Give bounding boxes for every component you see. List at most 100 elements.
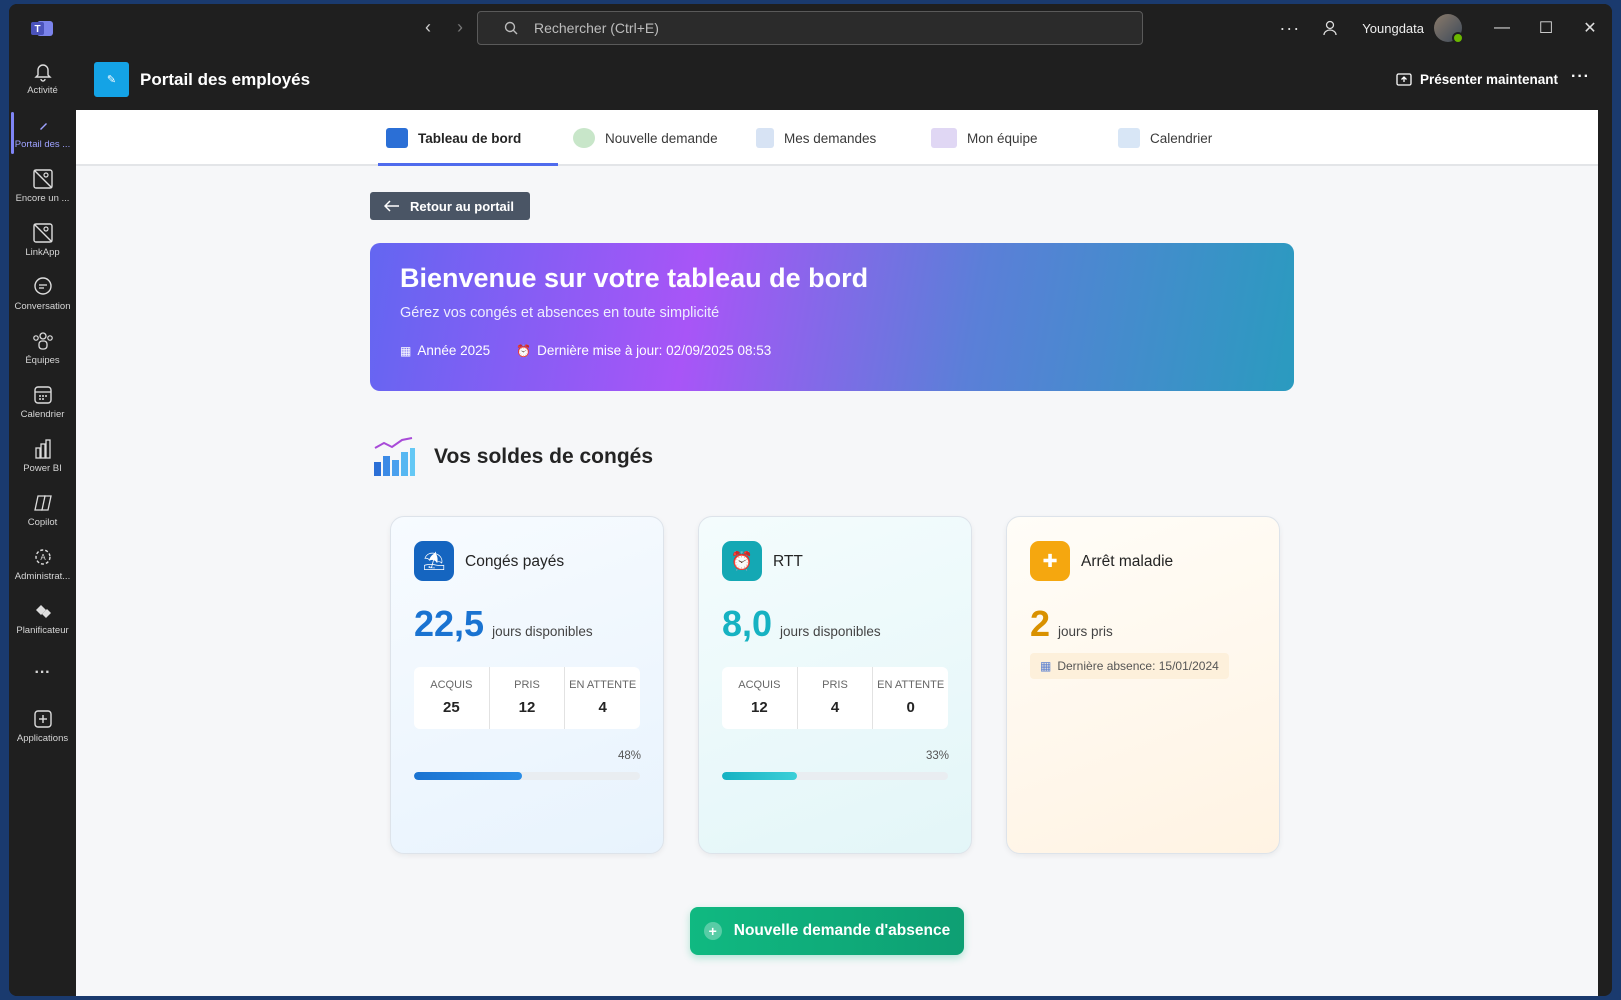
minimize-icon[interactable]: —	[1480, 19, 1524, 37]
stat-en-attente: En attente 0	[877, 679, 945, 716]
active-tab-indicator	[378, 163, 558, 166]
card-rtt: ⏰ RTT 8,0 jours disponibles Acquis 12 Pri…	[698, 516, 972, 854]
card-value: 22,5	[414, 603, 485, 644]
card-stats: Acquis 25 Pris 12 En attente 4	[414, 667, 640, 729]
user-name[interactable]: Youngdata	[1362, 21, 1424, 36]
present-now-button[interactable]: Présenter maintenant	[1396, 72, 1558, 87]
card-value: 8,0	[722, 603, 773, 644]
more-icon: ···	[34, 664, 51, 681]
chat-icon	[33, 277, 52, 295]
back-arrow-icon[interactable]: ‹	[419, 17, 437, 38]
title-bar: T ‹ › Rechercher (Ctrl+E) ··· Youngdata …	[9, 4, 1612, 52]
svg-text:T: T	[34, 24, 40, 35]
beach-umbrella-icon: ⛱	[414, 541, 454, 581]
tab-nouvelle-demande[interactable]: Nouvelle demande	[573, 110, 718, 166]
progress-percent: 33%	[925, 750, 949, 762]
stat-pris: Pris 4	[798, 667, 874, 729]
team-icon	[931, 128, 957, 148]
teams-icon	[32, 332, 53, 350]
rail-item-admin[interactable]: A Administrat...	[9, 546, 76, 582]
add-request-icon	[573, 128, 595, 148]
rail-item-powerbi[interactable]: Power BI	[9, 438, 76, 474]
search-box[interactable]: Rechercher (Ctrl+E)	[477, 11, 1143, 45]
document-icon	[756, 128, 774, 148]
tab-mon-equipe[interactable]: Mon équipe	[931, 110, 1038, 166]
app-more-icon[interactable]: ···	[1571, 68, 1590, 86]
rail-item-applications[interactable]: Applications	[9, 708, 76, 744]
progress-bar	[414, 772, 640, 780]
rail-item-linkapp[interactable]: LinkApp	[9, 222, 76, 258]
app-title: Portail des employés	[140, 70, 311, 89]
rail-item-activity[interactable]: Activité	[9, 60, 76, 96]
card-unit: jours disponibles	[492, 624, 593, 639]
rail-item-encore[interactable]: Encore un ...	[9, 168, 76, 204]
bell-icon	[33, 64, 52, 82]
rail-item-portail[interactable]: Portail des ...	[9, 114, 76, 150]
people-settings-icon[interactable]	[1322, 19, 1340, 37]
teams-window: T ‹ › Rechercher (Ctrl+E) ··· Youngdata …	[9, 4, 1612, 996]
tab-mes-demandes[interactable]: Mes demandes	[756, 110, 876, 166]
arrow-left-icon	[384, 200, 399, 212]
alarm-clock-icon: ⏰	[722, 541, 762, 581]
welcome-banner: Bienvenue sur votre tableau de bord Gére…	[370, 243, 1294, 391]
chart-increasing-icon	[374, 437, 415, 476]
tab-bar: Tableau de bord Nouvelle demande Mes dem…	[76, 110, 1598, 166]
year-info: ▦ Année 2025	[400, 343, 491, 358]
card-arret-maladie: ✚ Arrêt maladie 2 jours pris ▦ Dernière …	[1006, 516, 1280, 854]
teams-logo-icon[interactable]: T	[31, 18, 53, 38]
share-screen-icon	[1396, 72, 1412, 86]
left-rail: Activité Portail des ... Encore un ... L…	[9, 52, 76, 996]
card-stats: Acquis 12 Pris 4 En attente 0	[722, 667, 948, 729]
forward-arrow-icon[interactable]: ›	[451, 17, 469, 38]
planner-icon	[35, 605, 51, 618]
stat-acquis: Acquis 25	[414, 667, 490, 729]
copilot-icon	[33, 495, 52, 511]
avatar[interactable]	[1434, 14, 1464, 44]
alarm-clock-icon: ⏰	[516, 344, 532, 358]
powerbi-icon	[34, 439, 51, 459]
balances-section-title: Vos soldes de congés	[372, 436, 653, 478]
stat-pris: Pris 12	[490, 667, 566, 729]
rail-item-conversation[interactable]: Conversation	[9, 276, 76, 312]
app-placeholder-icon	[32, 169, 53, 189]
content-area: Tableau de bord Nouvelle demande Mes dem…	[76, 110, 1598, 996]
dashboard-icon	[386, 128, 408, 148]
rail-item-planificateur[interactable]: Planificateur	[9, 600, 76, 636]
card-title: Congés payés	[465, 553, 565, 570]
calendar-small-icon: ▦	[1040, 659, 1052, 673]
tab-tableau-de-bord[interactable]: Tableau de bord	[386, 110, 521, 166]
last-absence-badge: ▦ Dernière absence: 15/01/2024	[1030, 653, 1229, 679]
hero-title: Bienvenue sur votre tableau de bord	[400, 263, 869, 293]
rail-item-more[interactable]: ···	[9, 664, 76, 682]
presence-badge	[1452, 32, 1464, 44]
add-apps-icon	[33, 710, 52, 728]
last-update-info: ⏰ Dernière mise à jour: 02/09/2025 08:53	[516, 343, 772, 358]
card-unit: jours disponibles	[780, 624, 881, 639]
rail-item-calendrier[interactable]: Calendrier	[9, 384, 76, 420]
pencil-icon	[39, 123, 47, 130]
back-to-portal-button[interactable]: Retour au portail	[370, 192, 530, 220]
maximize-icon[interactable]: ☐	[1524, 18, 1568, 38]
app-placeholder-icon	[32, 223, 53, 243]
medical-icon: ✚	[1030, 541, 1070, 581]
calendar-icon	[33, 386, 52, 404]
more-options-icon[interactable]: ···	[1279, 18, 1300, 39]
search-icon	[504, 21, 518, 35]
stat-en-attente: En attente 4	[569, 679, 637, 716]
rail-item-copilot[interactable]: Copilot	[9, 492, 76, 528]
svg-text:A: A	[40, 553, 46, 562]
calendar-small-icon: ▦	[400, 344, 412, 358]
card-title: Arrêt maladie	[1081, 553, 1174, 570]
app-header: ✎ Portail des employés Présenter mainten…	[76, 52, 1612, 110]
tab-calendrier[interactable]: Calendrier	[1118, 110, 1212, 166]
rail-item-equipes[interactable]: Équipes	[9, 330, 76, 366]
plus-icon: +	[703, 922, 722, 940]
progress-bar	[722, 772, 948, 780]
progress-fill	[722, 772, 797, 780]
new-absence-request-button[interactable]: + Nouvelle demande d'absence	[690, 907, 964, 955]
card-unit: jours pris	[1058, 624, 1113, 639]
admin-icon: A	[34, 549, 51, 565]
close-icon[interactable]: ✕	[1568, 18, 1612, 38]
card-conges-payes: ⛱ Congés payés 22,5 jours disponibles Ac…	[390, 516, 664, 854]
card-value: 2	[1030, 603, 1051, 644]
